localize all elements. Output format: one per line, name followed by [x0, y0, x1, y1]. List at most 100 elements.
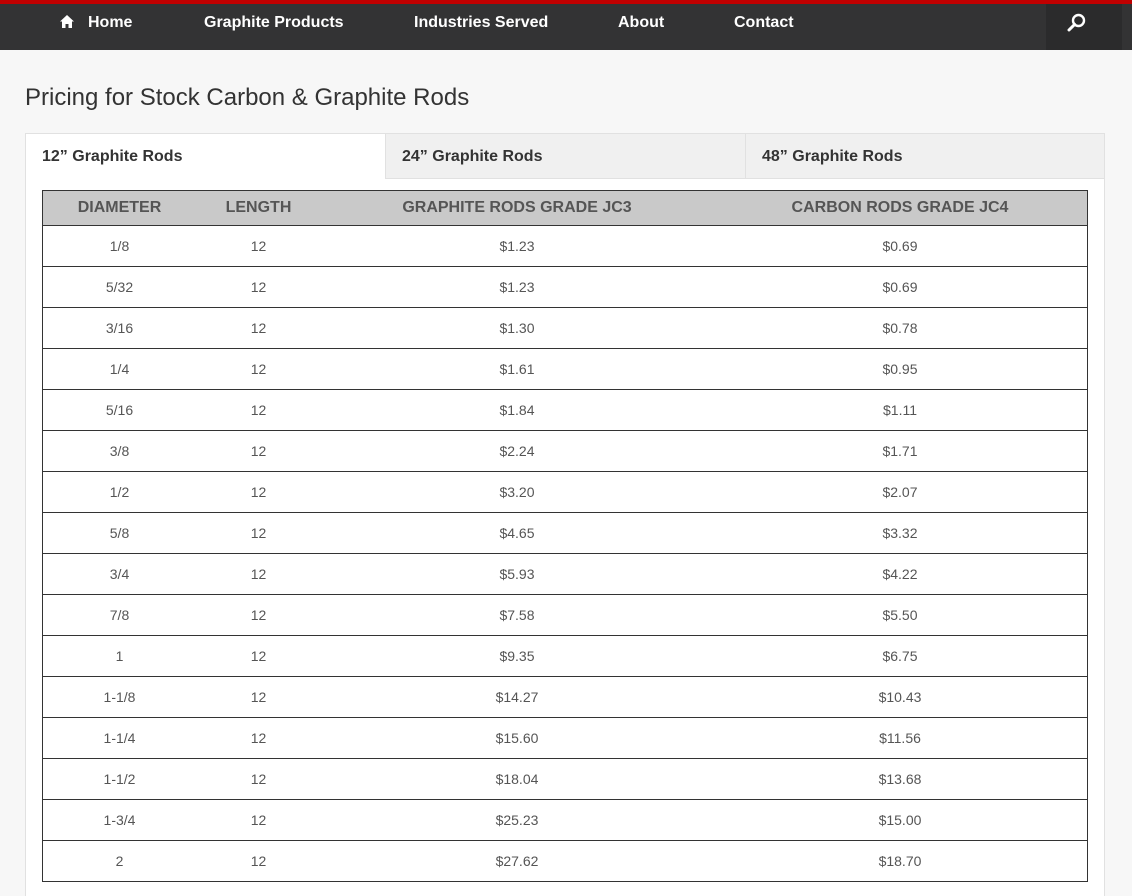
cell-length: 12 [196, 676, 321, 718]
search-icon [1067, 13, 1086, 32]
table-header-row: DIAMETER LENGTH GRAPHITE RODS GRADE JC3 … [42, 190, 1088, 226]
tab-24-inch[interactable]: 24” Graphite Rods [385, 134, 745, 179]
table-row: 1/8 12 $1.23 $0.69 [42, 225, 1088, 267]
table-row: 1/4 12 $1.61 $0.95 [42, 348, 1088, 390]
table-row: 1/2 12 $3.20 $2.07 [42, 471, 1088, 513]
cell-diameter: 1-1/8 [42, 676, 196, 718]
nav-industries-served[interactable]: Industries Served [414, 4, 548, 44]
cell-graphite-price: $1.84 [321, 389, 713, 431]
table-row: 5/8 12 $4.65 $3.32 [42, 512, 1088, 554]
table-row: 3/8 12 $2.24 $1.71 [42, 430, 1088, 472]
nav-home[interactable]: Home [60, 4, 132, 44]
cell-diameter: 1/2 [42, 471, 196, 513]
cell-graphite-price: $2.24 [321, 430, 713, 472]
cell-length: 12 [196, 307, 321, 349]
cell-diameter: 3/8 [42, 430, 196, 472]
page-title: Pricing for Stock Carbon & Graphite Rods [25, 84, 470, 111]
cell-graphite-price: $1.30 [321, 307, 713, 349]
cell-graphite-price: $25.23 [321, 799, 713, 841]
cell-length: 12 [196, 635, 321, 677]
table-row: 7/8 12 $7.58 $5.50 [42, 594, 1088, 636]
cell-graphite-price: $7.58 [321, 594, 713, 636]
header-carbon-jc4: CARBON RODS GRADE JC4 [713, 190, 1088, 226]
cell-diameter: 1 [42, 635, 196, 677]
cell-length: 12 [196, 553, 321, 595]
cell-length: 12 [196, 512, 321, 554]
cell-length: 12 [196, 471, 321, 513]
cell-graphite-price: $3.20 [321, 471, 713, 513]
cell-diameter: 2 [42, 840, 196, 882]
cell-carbon-price: $0.69 [713, 266, 1088, 308]
cell-diameter: 1-1/4 [42, 717, 196, 759]
nav-graphite-products[interactable]: Graphite Products [204, 4, 344, 44]
cell-carbon-price: $3.32 [713, 512, 1088, 554]
tab-48-inch[interactable]: 48” Graphite Rods [745, 134, 1104, 179]
table-row: 1-3/4 12 $25.23 $15.00 [42, 799, 1088, 841]
cell-graphite-price: $27.62 [321, 840, 713, 882]
cell-diameter: 1-1/2 [42, 758, 196, 800]
cell-diameter: 5/16 [42, 389, 196, 431]
nav-about[interactable]: About [618, 4, 664, 44]
pricing-table-body: 1/8 12 $1.23 $0.69 5/32 12 $1.23 $0.69 3/16 12 $1.… [42, 225, 1088, 882]
cell-carbon-price: $10.43 [713, 676, 1088, 718]
cell-carbon-price: $0.95 [713, 348, 1088, 390]
header-diameter: DIAMETER [42, 190, 196, 226]
cell-carbon-price: $18.70 [713, 840, 1088, 882]
main-nav: Home Graphite Products Industries Served… [0, 4, 1132, 50]
cell-length: 12 [196, 430, 321, 472]
pricing-table: DIAMETER LENGTH GRAPHITE RODS GRADE JC3 … [42, 190, 1088, 882]
cell-length: 12 [196, 266, 321, 308]
cell-graphite-price: $1.23 [321, 225, 713, 267]
length-tabs: 12” Graphite Rods 24” Graphite Rods 48” … [26, 134, 1104, 179]
cell-length: 12 [196, 348, 321, 390]
search-button[interactable] [1046, 4, 1122, 50]
cell-carbon-price: $5.50 [713, 594, 1088, 636]
cell-graphite-price: $5.93 [321, 553, 713, 595]
cell-carbon-price: $13.68 [713, 758, 1088, 800]
cell-carbon-price: $6.75 [713, 635, 1088, 677]
tab-12-inch[interactable]: 12” Graphite Rods [26, 134, 385, 179]
cell-length: 12 [196, 840, 321, 882]
header-graphite-jc3: GRAPHITE RODS GRADE JC3 [321, 190, 713, 226]
cell-diameter: 3/16 [42, 307, 196, 349]
cell-diameter: 1/8 [42, 225, 196, 267]
cell-diameter: 1-3/4 [42, 799, 196, 841]
nav-home-label: Home [88, 14, 133, 31]
cell-carbon-price: $0.69 [713, 225, 1088, 267]
table-row: 3/16 12 $1.30 $0.78 [42, 307, 1088, 349]
table-row: 1-1/2 12 $18.04 $13.68 [42, 758, 1088, 800]
table-row: 5/16 12 $1.84 $1.11 [42, 389, 1088, 431]
cell-carbon-price: $1.71 [713, 430, 1088, 472]
nav-contact[interactable]: Contact [734, 4, 794, 44]
table-row: 3/4 12 $5.93 $4.22 [42, 553, 1088, 595]
cell-length: 12 [196, 758, 321, 800]
cell-graphite-price: $1.61 [321, 348, 713, 390]
cell-carbon-price: $0.78 [713, 307, 1088, 349]
cell-graphite-price: $14.27 [321, 676, 713, 718]
table-row: 1-1/4 12 $15.60 $11.56 [42, 717, 1088, 759]
cell-length: 12 [196, 799, 321, 841]
cell-diameter: 3/4 [42, 553, 196, 595]
cell-carbon-price: $2.07 [713, 471, 1088, 513]
cell-carbon-price: $1.11 [713, 389, 1088, 431]
cell-graphite-price: $15.60 [321, 717, 713, 759]
home-icon [60, 15, 74, 28]
top-navigation-bar: Home Graphite Products Industries Served… [0, 0, 1132, 50]
header-length: LENGTH [196, 190, 321, 226]
cell-diameter: 7/8 [42, 594, 196, 636]
cell-carbon-price: $15.00 [713, 799, 1088, 841]
cell-carbon-price: $4.22 [713, 553, 1088, 595]
table-row: 1-1/8 12 $14.27 $10.43 [42, 676, 1088, 718]
cell-graphite-price: $4.65 [321, 512, 713, 554]
cell-diameter: 1/4 [42, 348, 196, 390]
cell-graphite-price: $18.04 [321, 758, 713, 800]
table-row: 1 12 $9.35 $6.75 [42, 635, 1088, 677]
cell-length: 12 [196, 225, 321, 267]
table-row: 5/32 12 $1.23 $0.69 [42, 266, 1088, 308]
cell-diameter: 5/32 [42, 266, 196, 308]
table-row: 2 12 $27.62 $18.70 [42, 840, 1088, 882]
cell-length: 12 [196, 389, 321, 431]
cell-carbon-price: $11.56 [713, 717, 1088, 759]
cell-length: 12 [196, 717, 321, 759]
cell-diameter: 5/8 [42, 512, 196, 554]
